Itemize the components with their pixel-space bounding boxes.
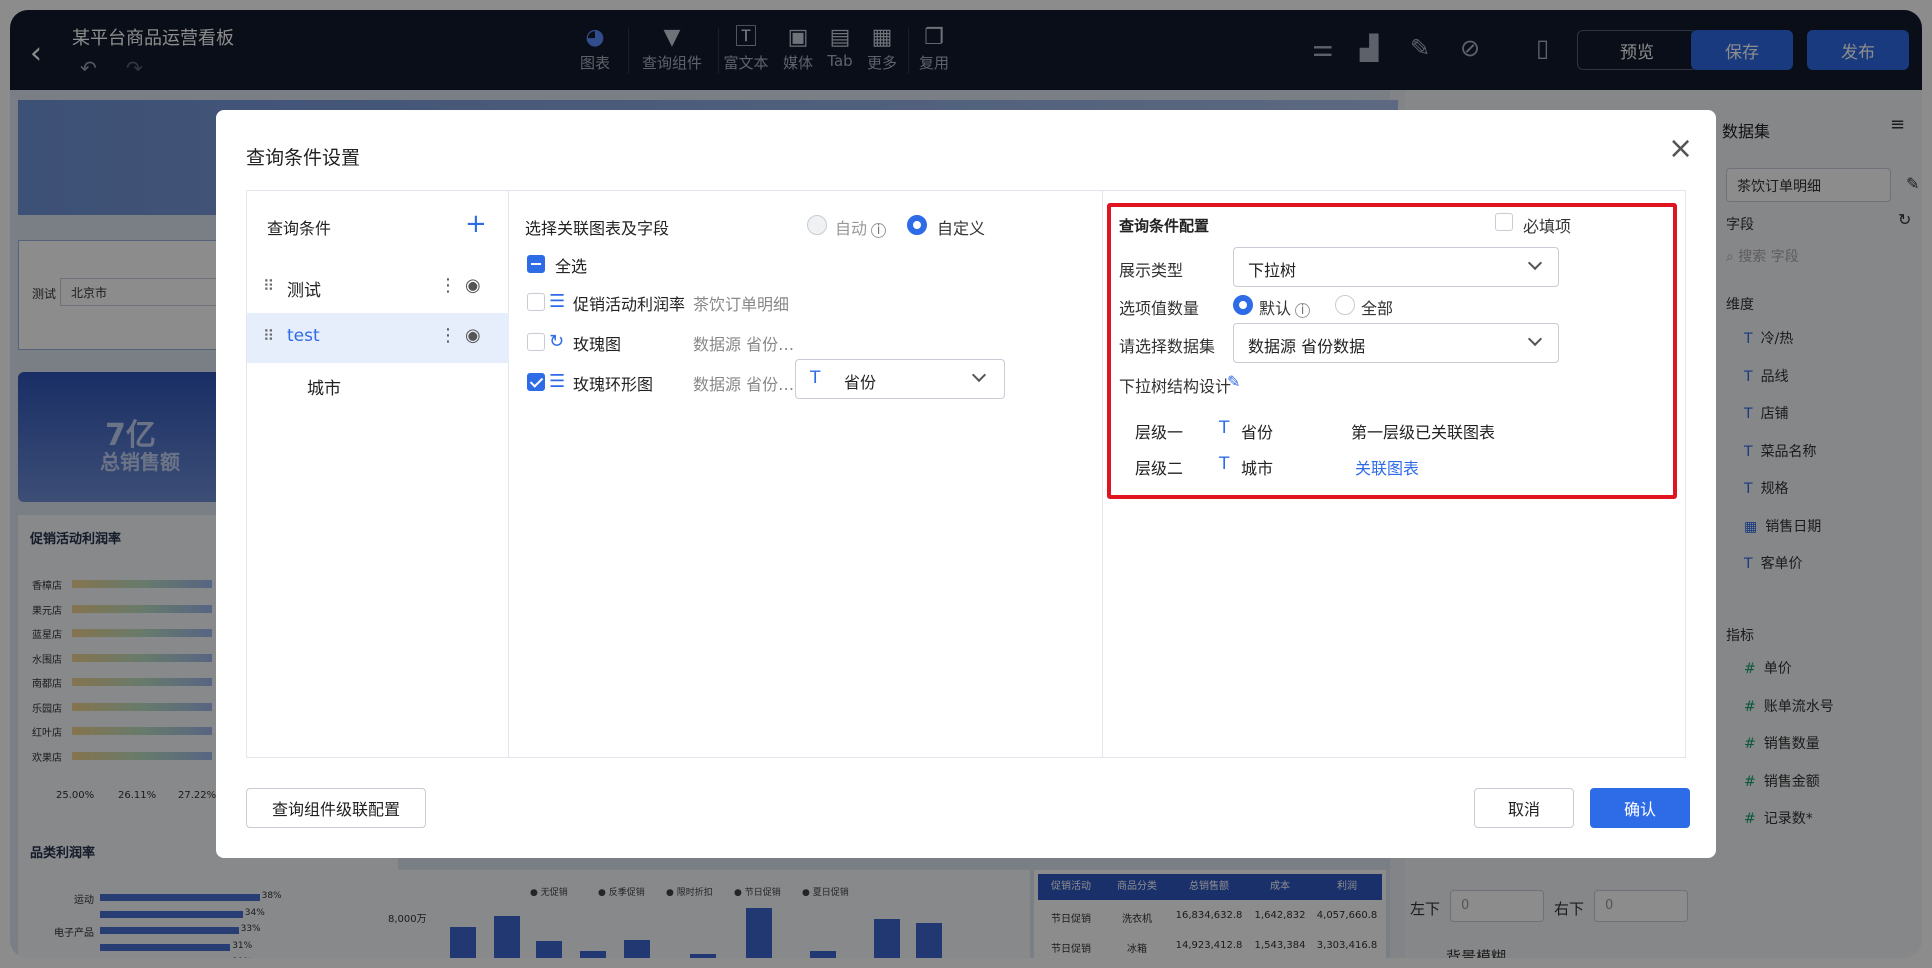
drag-handle-icon[interactable]: ⠿ [263,277,274,295]
chevron-down-icon [1527,331,1543,347]
bar-chart-icon: ☰ [549,371,566,392]
bar-chart-icon: ☰ [549,291,566,312]
chart-field-panel: 选择关联图表及字段 自动 i 自定义 全选 ☰ 促销活动利润率 茶饮订单明细 ↻ … [509,191,1103,757]
option-all-label: 全部 [1361,299,1394,318]
info-icon: i [1295,303,1311,318]
text-field-icon: T [1219,454,1230,474]
chart-checkbox[interactable] [527,293,545,311]
text-field-icon: T [1219,418,1230,438]
chart-checkbox-checked[interactable] [527,373,545,391]
option-default-radio[interactable] [1233,295,1253,315]
chart-checkbox[interactable] [527,333,545,351]
option-default-label: 默认 i [1259,295,1311,319]
display-type-select[interactable]: 下拉树 [1233,247,1559,287]
eye-icon[interactable]: ◉ [465,325,481,346]
dialog-title: 查询条件设置 [246,147,361,169]
option-all-radio[interactable] [1335,295,1355,315]
field-select[interactable]: T 省份 [795,359,1005,399]
tree-design-label: 下拉树结构设计 [1119,377,1232,396]
select-all-label: 全选 [555,257,588,276]
option-count-label: 选项值数量 [1119,299,1200,318]
dataset-label: 请选择数据集 [1119,337,1216,356]
info-icon: i [871,223,887,238]
condition-item[interactable]: ⠿ 测试 ⋮ ◉ [247,263,509,313]
confirm-button[interactable]: 确认 [1590,788,1690,828]
more-icon[interactable]: ⋮ [439,275,457,296]
level-note: 第一层级已关联图表 [1351,423,1496,442]
eye-icon[interactable]: ◉ [465,275,481,296]
level-name: 层级一 [1135,423,1184,442]
query-settings-dialog: 查询条件设置 × 查询条件 + ⠿ 测试 ⋮ ◉ ⠿ test ⋮ ◉ 城市 选… [216,110,1716,858]
drag-handle-icon[interactable]: ⠿ [263,327,274,345]
condition-config-panel: 查询条件配置 必填项 展示类型 下拉树 选项值数量 默认 i 全部 请选择数据集 … [1103,191,1687,757]
level-field: 城市 [1241,459,1274,478]
query-conditions-panel: 查询条件 + ⠿ 测试 ⋮ ◉ ⠿ test ⋮ ◉ 城市 [247,191,509,757]
select-all-checkbox[interactable] [527,255,545,273]
auto-radio[interactable] [807,215,827,235]
level-field: 省份 [1241,423,1274,442]
text-field-icon: T [810,368,821,388]
chevron-down-icon [1527,255,1543,271]
custom-radio[interactable] [907,215,927,235]
display-type-label: 展示类型 [1119,261,1184,280]
more-icon[interactable]: ⋮ [439,325,457,346]
dataset-select[interactable]: 数据源 省份数据 [1233,323,1559,363]
condition-item-selected[interactable]: ⠿ test ⋮ ◉ [247,313,509,363]
cascade-config-button[interactable]: 查询组件级联配置 [246,788,426,828]
dialog-body: 查询条件 + ⠿ 测试 ⋮ ◉ ⠿ test ⋮ ◉ 城市 选择关联图表及字段 … [246,190,1686,758]
cancel-button[interactable]: 取消 [1474,788,1574,828]
chart-row: ↻ 玫瑰图 数据源 省份… [509,327,1103,357]
close-icon[interactable]: × [1668,134,1693,164]
required-checkbox[interactable] [1495,213,1513,231]
custom-label: 自定义 [937,219,986,238]
chevron-down-icon [971,367,987,383]
query-conditions-header: 查询条件 [267,219,332,238]
required-label: 必填项 [1523,217,1572,236]
edit-icon[interactable]: ✎ [1227,372,1240,391]
level-name: 层级二 [1135,459,1184,478]
rose-chart-icon: ↻ [549,331,565,352]
config-header: 查询条件配置 [1119,217,1210,235]
link-chart-link[interactable]: 关联图表 [1355,455,1419,479]
condition-sub-item[interactable]: 城市 [307,374,341,399]
chart-row: ☰ 促销活动利润率 茶饮订单明细 [509,287,1103,317]
add-icon[interactable]: + [465,211,487,237]
chart-field-header: 选择关联图表及字段 [525,219,670,238]
auto-label: 自动 i [835,215,887,239]
